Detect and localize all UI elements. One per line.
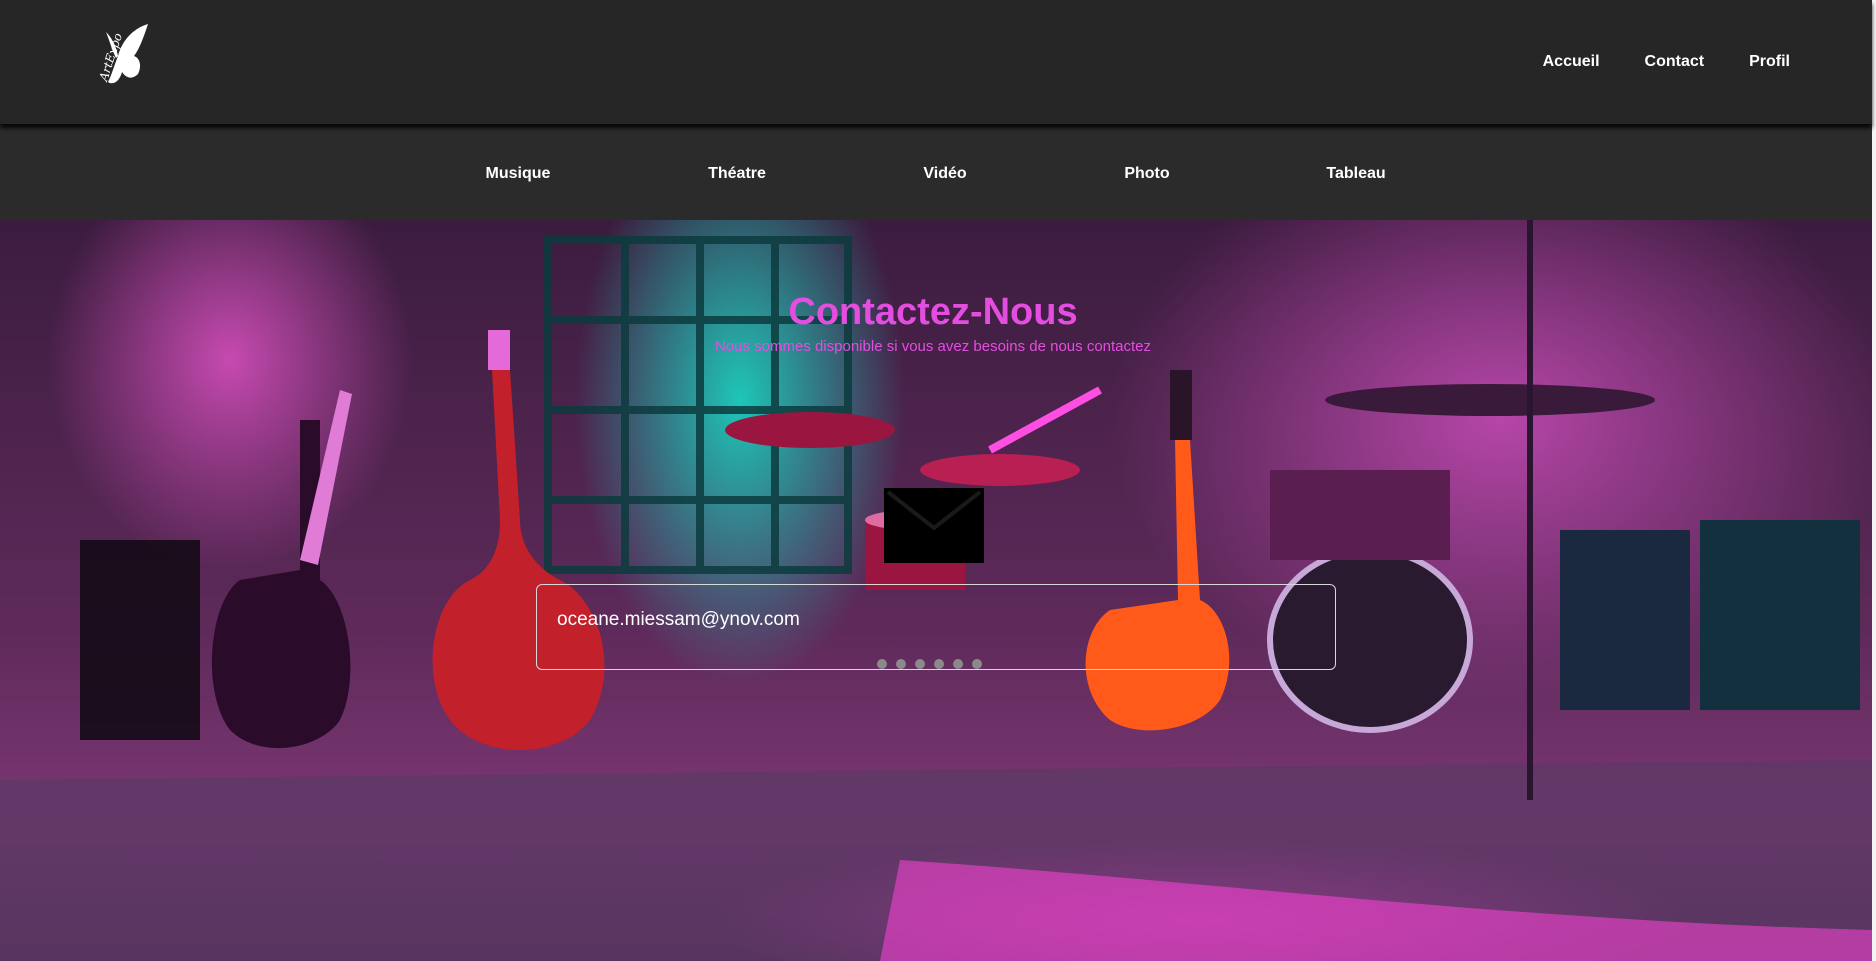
category-nav: Musique Théatre Vidéo Photo Tableau [0, 124, 1872, 220]
password-dot [972, 659, 982, 669]
password-dot [915, 659, 925, 669]
nav-link-accueil[interactable]: Accueil [1543, 52, 1600, 72]
nav-link-contact[interactable]: Contact [1645, 52, 1705, 72]
page-title: Contactez-Nous [788, 291, 1078, 333]
nav-link-profil[interactable]: Profil [1749, 52, 1790, 72]
password-dot [953, 659, 963, 669]
contact-hero: Contactez-Nous Nous sommes disponible si… [0, 220, 1872, 961]
category-link-musique[interactable]: Musique [486, 164, 551, 184]
password-dot [877, 659, 887, 669]
category-link-theatre[interactable]: Théatre [708, 164, 766, 184]
butterfly-logo-icon[interactable]: ArtExpo [82, 22, 152, 94]
contact-form-box [536, 584, 1336, 670]
password-dot [934, 659, 944, 669]
category-link-video[interactable]: Vidéo [923, 164, 966, 184]
password-dot [896, 659, 906, 669]
password-field[interactable] [877, 659, 982, 669]
category-link-tableau[interactable]: Tableau [1326, 164, 1385, 184]
top-header: ArtExpo Accueil Contact Profil [0, 0, 1872, 124]
category-link-photo[interactable]: Photo [1124, 164, 1169, 184]
page-subtitle: Nous sommes disponible si vous avez beso… [714, 338, 1152, 355]
main-nav: Accueil Contact Profil [1498, 52, 1790, 72]
envelope-icon [884, 488, 984, 563]
email-field[interactable] [557, 607, 1257, 633]
